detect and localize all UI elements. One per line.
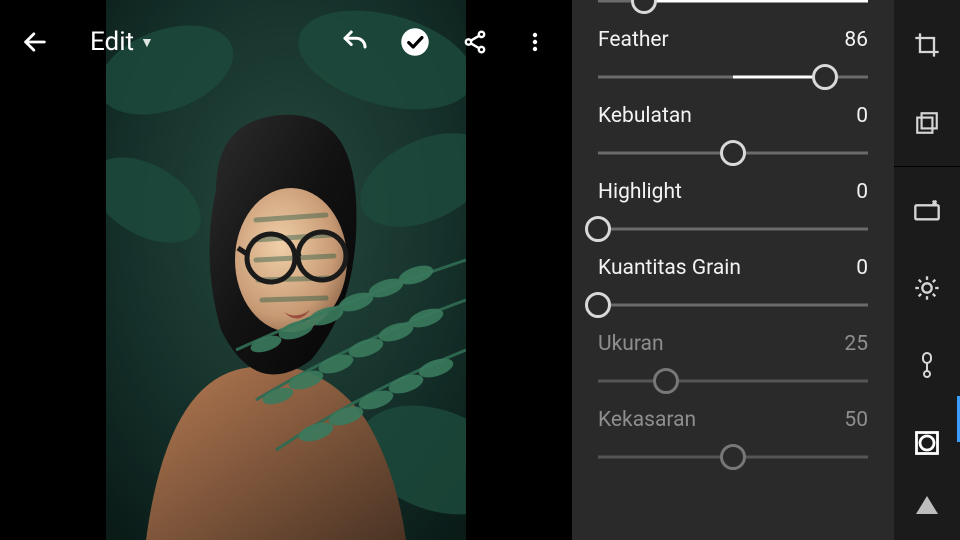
- tool-rail: [894, 0, 960, 540]
- slider-track[interactable]: [598, 216, 868, 242]
- slider-label: Kuantitas Grain: [598, 256, 741, 280]
- slider-thumb[interactable]: [653, 368, 679, 394]
- slider-label: Highlight: [598, 180, 682, 204]
- undo-button[interactable]: [336, 23, 374, 61]
- healing-icon[interactable]: [904, 187, 950, 233]
- mode-dropdown[interactable]: Edit ▼: [90, 27, 154, 57]
- collapse-rail-button[interactable]: [904, 482, 950, 528]
- slider-track[interactable]: [598, 292, 868, 318]
- light-icon[interactable]: [904, 265, 950, 311]
- back-button[interactable]: [18, 25, 52, 59]
- slider-label: Kebulatan: [598, 104, 692, 128]
- slider-thumb[interactable]: [720, 140, 746, 166]
- slider-label: Feather: [598, 28, 669, 52]
- slider-grain: Kuantitas Grain 0: [598, 256, 868, 318]
- slider-thumb[interactable]: [720, 444, 746, 470]
- color-icon[interactable]: [904, 342, 950, 388]
- slider-track[interactable]: [598, 444, 868, 470]
- slider-thumb[interactable]: [631, 0, 657, 14]
- confirm-button[interactable]: [396, 23, 434, 61]
- slider-value: 0: [856, 256, 868, 280]
- slider-feather: Feather 86: [598, 28, 868, 90]
- slider-thumb[interactable]: [585, 292, 611, 318]
- slider-value: 86: [844, 28, 868, 52]
- mode-label: Edit: [90, 27, 134, 57]
- slider-size: Ukuran 25: [598, 332, 868, 394]
- caret-down-icon: ▼: [140, 34, 154, 51]
- slider-value: 0: [856, 180, 868, 204]
- slider-thumb[interactable]: [812, 64, 838, 90]
- slider-thumb[interactable]: [585, 216, 611, 242]
- slider-top: [598, 0, 868, 14]
- adjustments-panel: Feather86Kebulatan0Highlight0Kuantitas G…: [572, 0, 894, 540]
- overflow-menu-button[interactable]: [516, 23, 554, 61]
- optics-icon[interactable]: [904, 420, 950, 466]
- slider-track[interactable]: [598, 64, 868, 90]
- slider-value: 25: [844, 332, 868, 356]
- topbar: Edit ▼: [0, 0, 572, 84]
- slider-track[interactable]: [598, 368, 868, 394]
- share-button[interactable]: [456, 23, 494, 61]
- slider-track[interactable]: [598, 0, 868, 14]
- crop-icon[interactable]: [904, 22, 950, 68]
- slider-label: Ukuran: [598, 332, 664, 356]
- slider-roughness: Kekasaran 50: [598, 408, 868, 470]
- slider-label: Kekasaran: [598, 408, 696, 432]
- slider-value: 50: [844, 408, 868, 432]
- slider-roundness: Kebulatan 0: [598, 104, 868, 166]
- slider-highlight: Highlight 0: [598, 180, 868, 242]
- layers-icon[interactable]: [904, 100, 950, 146]
- slider-value: 0: [856, 104, 868, 128]
- slider-track[interactable]: [598, 140, 868, 166]
